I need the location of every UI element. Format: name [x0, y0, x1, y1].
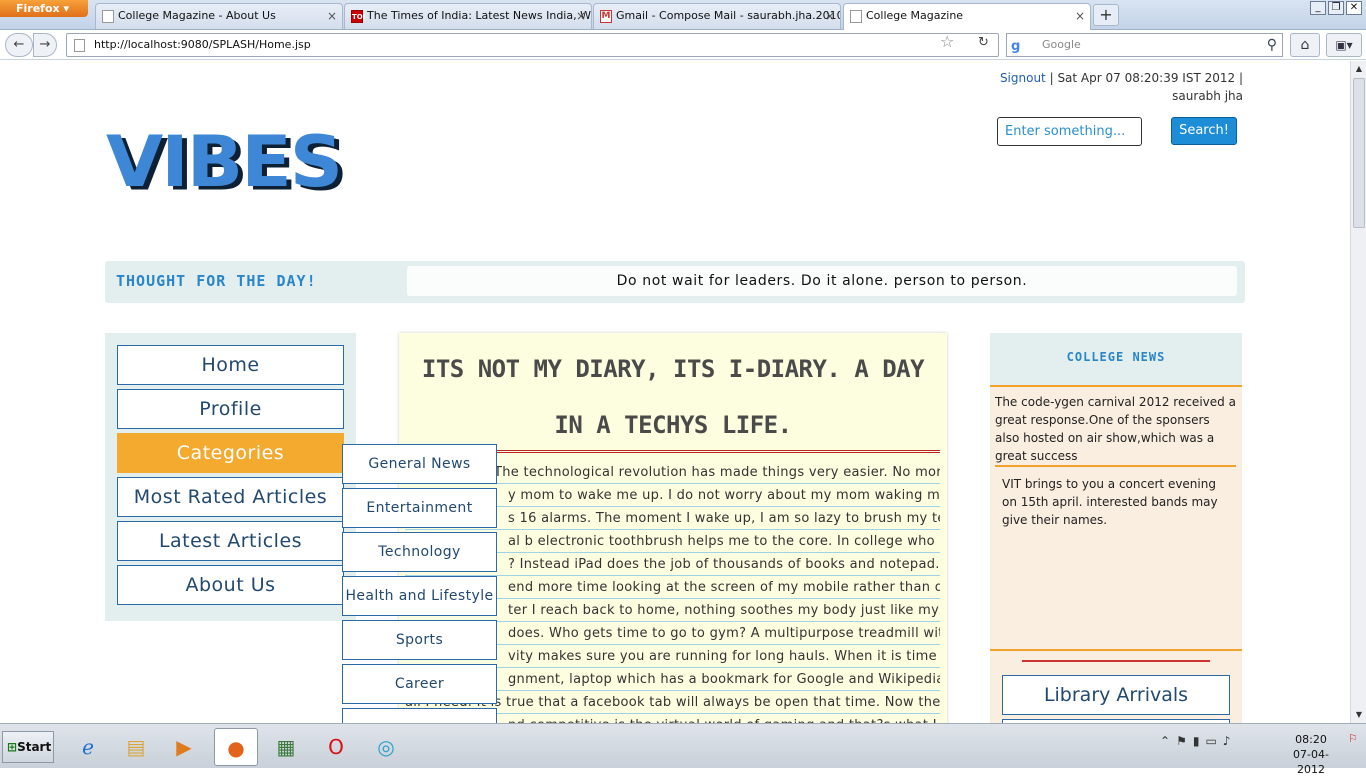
task-manager-icon[interactable]: ▦ [264, 728, 308, 766]
scroll-down-icon[interactable]: ▼ [1351, 707, 1366, 723]
app-icon[interactable]: ◎ [364, 728, 408, 766]
action-center-icon[interactable]: ⚐ [1348, 732, 1362, 762]
window-close-button[interactable]: ✕ [1346, 1, 1362, 15]
submenu-item-partial[interactable] [342, 708, 497, 723]
bookmark-star-icon[interactable]: ☆ [940, 32, 954, 51]
menu-item-home[interactable]: Home [117, 345, 344, 385]
close-icon[interactable]: × [1075, 4, 1085, 28]
page-icon [102, 10, 114, 23]
home-button[interactable]: ⌂ [1290, 33, 1320, 57]
page-icon [850, 10, 862, 23]
folder-icon[interactable]: ▤ [114, 728, 158, 766]
clock[interactable]: 08:20 07-04-2012 [1280, 732, 1342, 777]
clock-date: 07-04-2012 [1293, 748, 1329, 776]
submenu-general-news[interactable]: General News [342, 444, 497, 484]
tab-college-magazine[interactable]: College Magazine × [843, 3, 1091, 30]
main-menu: Home Profile Categories Most Rated Artic… [105, 333, 356, 621]
battery-icon[interactable]: ▮ [1193, 734, 1206, 748]
close-icon[interactable]: × [327, 4, 337, 28]
college-news-title: COLLEGE NEWS [990, 333, 1242, 387]
new-tab-button[interactable]: + [1093, 4, 1119, 26]
tab-gmail[interactable]: M Gmail - Compose Mail - saurabh.jha.201… [593, 3, 841, 29]
network-icon[interactable]: ⚑ [1176, 734, 1193, 748]
college-news-panel: COLLEGE NEWS The code-ygen carnival 2012… [990, 333, 1242, 723]
clock-time: 08:20 [1295, 733, 1327, 746]
scroll-up-icon[interactable]: ▲ [1351, 61, 1366, 77]
thought-text: Do not wait for leaders. Do it alone. pe… [407, 266, 1237, 296]
browser-search-box[interactable]: g Google ⚲ [1006, 33, 1283, 57]
tab-about-us[interactable]: College Magazine - About Us × [95, 3, 343, 29]
google-icon: g [1011, 39, 1021, 54]
menu-item-profile[interactable]: Profile [117, 389, 344, 429]
volume-icon[interactable]: ♪ [1223, 734, 1237, 748]
back-button[interactable]: ← [5, 33, 33, 57]
system-tray: ⌃⚑▮▭♪ [1160, 734, 1236, 748]
close-icon[interactable]: × [825, 4, 835, 28]
submenu-health-lifestyle[interactable]: Health and Lifestyle [342, 576, 497, 616]
submenu-sports[interactable]: Sports [342, 620, 497, 660]
display-icon[interactable]: ▭ [1205, 734, 1222, 748]
article-title: ITS NOT MY DIARY, ITS I-DIARY. A DAY IN … [421, 355, 925, 439]
restore-button[interactable]: ❐ [1328, 1, 1344, 15]
gmail-icon: M [600, 10, 612, 23]
scroll-thumb[interactable] [1353, 78, 1365, 228]
username: saurabh jha [1172, 89, 1243, 103]
url-bar[interactable]: http://localhost:9080/SPLASH/Home.jsp [66, 33, 999, 57]
addon-button[interactable]: ▣▾ [1326, 33, 1362, 57]
site-logo: VIBES [106, 121, 343, 203]
news-item: VIT brings to you a concert evening on 1… [1002, 477, 1218, 527]
firefox-menu-button[interactable]: Firefox ▾ [0, 0, 88, 17]
taskbar: ⊞Start ℯ ▤ ▶ ● ▦ O ◎ ⌃⚑▮▭♪ 08:20 07-04-2… [0, 723, 1366, 776]
menu-item-categories[interactable]: Categories [117, 433, 344, 473]
toi-icon: TOI [351, 10, 365, 23]
media-player-icon[interactable]: ▶ [162, 728, 206, 766]
vertical-scrollbar[interactable]: ▲ ▼ [1350, 61, 1366, 723]
submenu-career[interactable]: Career [342, 664, 497, 704]
library-arrivals-button[interactable]: Library Arrivals [1002, 675, 1230, 715]
firefox-icon[interactable]: ● [214, 728, 258, 766]
menu-item-about-us[interactable]: About Us [117, 565, 344, 605]
tab-times-of-india[interactable]: TOI The Times of India: Latest News Indi… [344, 3, 592, 29]
menu-item-most-rated[interactable]: Most Rated Articles [117, 477, 344, 517]
thought-label: THOUGHT FOR THE DAY! [116, 272, 317, 290]
submenu-technology[interactable]: Technology [342, 532, 497, 572]
user-info: Signout | Sat Apr 07 08:20:39 IST 2012 |… [900, 69, 1243, 105]
thought-for-the-day: THOUGHT FOR THE DAY! Do not wait for lea… [105, 261, 1245, 303]
reload-icon[interactable]: ↻ [978, 35, 989, 50]
menu-item-latest[interactable]: Latest Articles [117, 521, 344, 561]
page-viewport: Signout | Sat Apr 07 08:20:39 IST 2012 |… [0, 61, 1350, 723]
divider [1022, 660, 1210, 662]
search-button[interactable]: Search! [1171, 117, 1237, 145]
search-icon[interactable]: ⚲ [1267, 34, 1277, 56]
news-item: The code-ygen carnival 2012 received a g… [995, 393, 1236, 467]
opera-icon[interactable]: O [314, 728, 358, 766]
internet-explorer-icon[interactable]: ℯ [66, 728, 110, 766]
windows-icon: ⊞ [7, 740, 18, 754]
session-info: | Sat Apr 07 08:20:39 IST 2012 | [1045, 71, 1243, 85]
site-search-input[interactable]: Enter something... [997, 117, 1142, 146]
divider [990, 649, 1242, 651]
submenu-entertainment[interactable]: Entertainment [342, 488, 497, 528]
show-hidden-icon[interactable]: ⌃ [1160, 734, 1176, 748]
browser-tab-bar: Firefox ▾ College Magazine - About Us × … [0, 0, 1366, 30]
close-icon[interactable]: × [576, 4, 586, 28]
forward-button[interactable]: → [33, 33, 57, 57]
start-button[interactable]: ⊞Start [2, 731, 54, 763]
signout-link[interactable]: Signout [1000, 71, 1046, 85]
minimize-button[interactable]: _ [1310, 1, 1326, 15]
page-icon [74, 39, 85, 52]
